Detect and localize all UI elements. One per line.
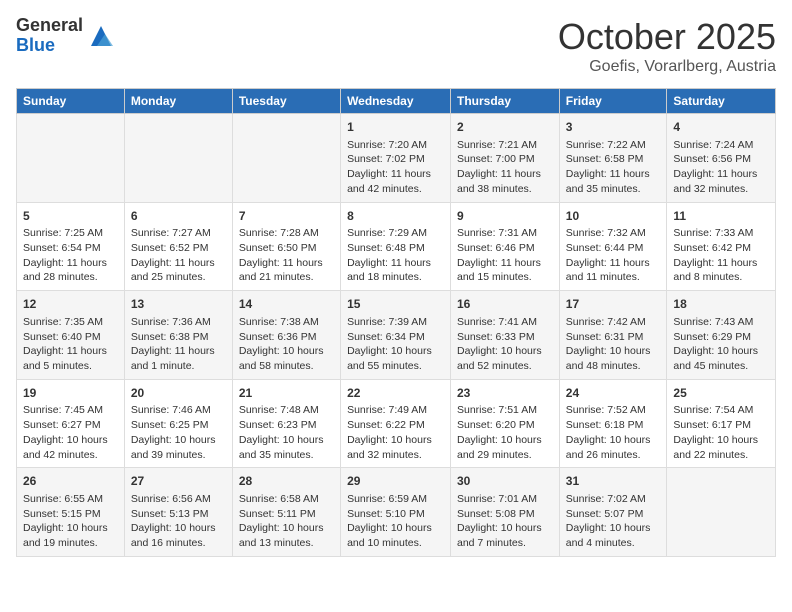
calendar-cell: 13Sunrise: 7:36 AMSunset: 6:38 PMDayligh… <box>124 291 232 380</box>
day-number: 8 <box>347 208 444 225</box>
calendar-cell: 31Sunrise: 7:02 AMSunset: 5:07 PMDayligh… <box>559 468 667 557</box>
day-number: 13 <box>131 296 226 313</box>
day-number: 16 <box>457 296 553 313</box>
calendar-cell: 20Sunrise: 7:46 AMSunset: 6:25 PMDayligh… <box>124 379 232 468</box>
day-number: 23 <box>457 385 553 402</box>
day-number: 18 <box>673 296 769 313</box>
day-number: 25 <box>673 385 769 402</box>
week-row-1: 5Sunrise: 7:25 AMSunset: 6:54 PMDaylight… <box>17 202 776 291</box>
calendar-cell: 24Sunrise: 7:52 AMSunset: 6:18 PMDayligh… <box>559 379 667 468</box>
day-number: 12 <box>23 296 118 313</box>
logo-blue: Blue <box>16 36 83 56</box>
logo: General Blue <box>16 16 115 56</box>
month-title: October 2025 <box>558 16 776 58</box>
calendar-cell: 6Sunrise: 7:27 AMSunset: 6:52 PMDaylight… <box>124 202 232 291</box>
page-header: General Blue October 2025 Goefis, Vorarl… <box>16 16 776 76</box>
calendar-cell <box>667 468 776 557</box>
calendar-cell: 18Sunrise: 7:43 AMSunset: 6:29 PMDayligh… <box>667 291 776 380</box>
calendar-cell <box>17 114 125 203</box>
calendar-cell: 11Sunrise: 7:33 AMSunset: 6:42 PMDayligh… <box>667 202 776 291</box>
calendar-cell: 7Sunrise: 7:28 AMSunset: 6:50 PMDaylight… <box>232 202 340 291</box>
calendar-cell: 16Sunrise: 7:41 AMSunset: 6:33 PMDayligh… <box>451 291 560 380</box>
day-number: 6 <box>131 208 226 225</box>
day-number: 3 <box>566 119 661 136</box>
dow-thursday: Thursday <box>451 89 560 114</box>
calendar-cell <box>232 114 340 203</box>
logo-icon <box>87 22 115 50</box>
calendar-cell: 21Sunrise: 7:48 AMSunset: 6:23 PMDayligh… <box>232 379 340 468</box>
day-number: 7 <box>239 208 334 225</box>
dow-wednesday: Wednesday <box>341 89 451 114</box>
week-row-4: 26Sunrise: 6:55 AMSunset: 5:15 PMDayligh… <box>17 468 776 557</box>
day-number: 17 <box>566 296 661 313</box>
calendar-cell: 28Sunrise: 6:58 AMSunset: 5:11 PMDayligh… <box>232 468 340 557</box>
day-number: 9 <box>457 208 553 225</box>
calendar-cell: 22Sunrise: 7:49 AMSunset: 6:22 PMDayligh… <box>341 379 451 468</box>
calendar-cell: 29Sunrise: 6:59 AMSunset: 5:10 PMDayligh… <box>341 468 451 557</box>
dow-saturday: Saturday <box>667 89 776 114</box>
calendar-cell: 1Sunrise: 7:20 AMSunset: 7:02 PMDaylight… <box>341 114 451 203</box>
calendar-cell: 10Sunrise: 7:32 AMSunset: 6:44 PMDayligh… <box>559 202 667 291</box>
day-number: 2 <box>457 119 553 136</box>
calendar-cell: 26Sunrise: 6:55 AMSunset: 5:15 PMDayligh… <box>17 468 125 557</box>
calendar-cell: 2Sunrise: 7:21 AMSunset: 7:00 PMDaylight… <box>451 114 560 203</box>
dow-monday: Monday <box>124 89 232 114</box>
day-number: 4 <box>673 119 769 136</box>
calendar-cell: 4Sunrise: 7:24 AMSunset: 6:56 PMDaylight… <box>667 114 776 203</box>
calendar-cell: 14Sunrise: 7:38 AMSunset: 6:36 PMDayligh… <box>232 291 340 380</box>
day-number: 30 <box>457 473 553 490</box>
week-row-3: 19Sunrise: 7:45 AMSunset: 6:27 PMDayligh… <box>17 379 776 468</box>
calendar-cell: 27Sunrise: 6:56 AMSunset: 5:13 PMDayligh… <box>124 468 232 557</box>
days-of-week-row: SundayMondayTuesdayWednesdayThursdayFrid… <box>17 89 776 114</box>
day-number: 19 <box>23 385 118 402</box>
day-number: 10 <box>566 208 661 225</box>
calendar-cell: 25Sunrise: 7:54 AMSunset: 6:17 PMDayligh… <box>667 379 776 468</box>
calendar-cell: 12Sunrise: 7:35 AMSunset: 6:40 PMDayligh… <box>17 291 125 380</box>
calendar-cell <box>124 114 232 203</box>
dow-friday: Friday <box>559 89 667 114</box>
title-section: October 2025 Goefis, Vorarlberg, Austria <box>558 16 776 76</box>
calendar-cell: 30Sunrise: 7:01 AMSunset: 5:08 PMDayligh… <box>451 468 560 557</box>
day-number: 1 <box>347 119 444 136</box>
day-number: 26 <box>23 473 118 490</box>
day-number: 5 <box>23 208 118 225</box>
calendar-table: SundayMondayTuesdayWednesdayThursdayFrid… <box>16 88 776 557</box>
logo-general: General <box>16 16 83 36</box>
calendar-cell: 19Sunrise: 7:45 AMSunset: 6:27 PMDayligh… <box>17 379 125 468</box>
day-number: 15 <box>347 296 444 313</box>
calendar-cell: 8Sunrise: 7:29 AMSunset: 6:48 PMDaylight… <box>341 202 451 291</box>
calendar-cell: 3Sunrise: 7:22 AMSunset: 6:58 PMDaylight… <box>559 114 667 203</box>
day-number: 20 <box>131 385 226 402</box>
dow-sunday: Sunday <box>17 89 125 114</box>
week-row-0: 1Sunrise: 7:20 AMSunset: 7:02 PMDaylight… <box>17 114 776 203</box>
calendar-cell: 5Sunrise: 7:25 AMSunset: 6:54 PMDaylight… <box>17 202 125 291</box>
calendar-cell: 23Sunrise: 7:51 AMSunset: 6:20 PMDayligh… <box>451 379 560 468</box>
logo-text: General Blue <box>16 16 83 56</box>
day-number: 31 <box>566 473 661 490</box>
calendar-cell: 9Sunrise: 7:31 AMSunset: 6:46 PMDaylight… <box>451 202 560 291</box>
calendar-body: 1Sunrise: 7:20 AMSunset: 7:02 PMDaylight… <box>17 114 776 557</box>
week-row-2: 12Sunrise: 7:35 AMSunset: 6:40 PMDayligh… <box>17 291 776 380</box>
day-number: 24 <box>566 385 661 402</box>
day-number: 22 <box>347 385 444 402</box>
day-number: 27 <box>131 473 226 490</box>
day-number: 28 <box>239 473 334 490</box>
calendar-cell: 17Sunrise: 7:42 AMSunset: 6:31 PMDayligh… <box>559 291 667 380</box>
day-number: 21 <box>239 385 334 402</box>
dow-tuesday: Tuesday <box>232 89 340 114</box>
day-number: 11 <box>673 208 769 225</box>
location-subtitle: Goefis, Vorarlberg, Austria <box>558 58 776 76</box>
day-number: 29 <box>347 473 444 490</box>
day-number: 14 <box>239 296 334 313</box>
calendar-cell: 15Sunrise: 7:39 AMSunset: 6:34 PMDayligh… <box>341 291 451 380</box>
